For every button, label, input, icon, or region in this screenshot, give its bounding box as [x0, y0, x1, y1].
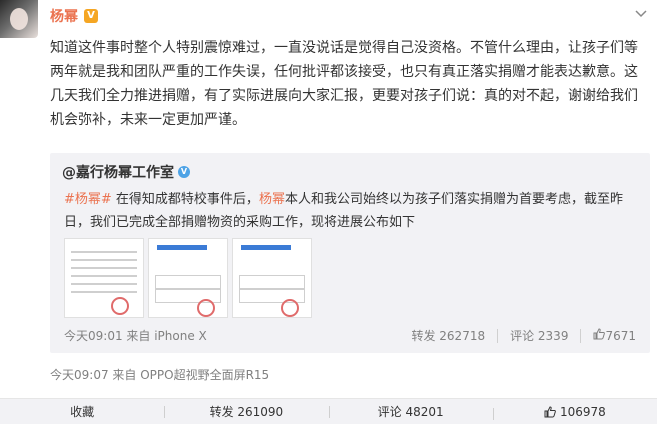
thumbs-up-icon	[544, 405, 556, 417]
hashtag-link[interactable]: #杨幂#	[64, 192, 112, 207]
post-author-name[interactable]: 杨幂	[50, 6, 78, 26]
repost-stats: 转发 262718 评论 2339 7671	[411, 327, 636, 344]
favorite-label: 收藏	[70, 405, 95, 419]
repost-button[interactable]: 转发 261090	[164, 403, 328, 420]
comment-button[interactable]: 评论 48201	[328, 403, 493, 420]
post-meta[interactable]: 今天09:07 来自 OPPO超视野全面屏R15	[50, 366, 269, 383]
repost-meta[interactable]: 今天09:01 来自 iPhone X	[64, 327, 207, 344]
divider	[580, 328, 582, 343]
avatar[interactable]	[0, 0, 38, 38]
image-thumbnails	[64, 238, 312, 318]
thumbnail-image-1[interactable]	[64, 238, 144, 318]
repost-text: #杨幂# 在得知成都特校事件后，杨幂本人和我公司始终以为孩子们落实捐赠为首要考虑…	[64, 188, 644, 234]
repost-text-part1: 在得知成都特校事件后，	[111, 192, 259, 207]
blue-v-icon: V	[178, 166, 190, 178]
verified-badge-icon: V	[84, 9, 98, 23]
repost-like-count: 7671	[605, 329, 636, 343]
favorite-button[interactable]: 收藏	[0, 403, 164, 420]
comment-label: 评论 48201	[377, 405, 444, 419]
action-bar: 收藏 转发 261090 评论 48201 106978	[0, 398, 657, 424]
thumbnail-image-3[interactable]	[232, 238, 312, 318]
post-author[interactable]: 杨幂 V	[50, 6, 98, 26]
repost-author[interactable]: @嘉行杨幂工作室 V	[62, 162, 190, 182]
repost-label: 转发 261090	[209, 405, 284, 419]
post-content: 知道这件事时整个人特别震惊难过，一直没说话是觉得自己没资格。不管什么理由，让孩子…	[50, 40, 638, 128]
like-button[interactable]: 106978	[492, 404, 657, 420]
mention-link[interactable]: 杨幂	[259, 192, 285, 207]
chevron-down-icon[interactable]	[633, 6, 649, 22]
thumbnail-image-2[interactable]	[148, 238, 228, 318]
repost-comment-count[interactable]: 评论 2339	[510, 327, 568, 344]
thumbs-up-icon	[593, 328, 606, 340]
repost-like[interactable]: 7671	[593, 328, 636, 343]
repost-author-name[interactable]: @嘉行杨幂工作室	[62, 162, 174, 182]
divider	[497, 328, 499, 343]
like-count: 106978	[559, 404, 606, 419]
repost-repost-count[interactable]: 转发 262718	[411, 327, 485, 344]
repost-box: @嘉行杨幂工作室 V #杨幂# 在得知成都特校事件后，杨幂本人和我公司始终以为孩…	[50, 153, 650, 353]
